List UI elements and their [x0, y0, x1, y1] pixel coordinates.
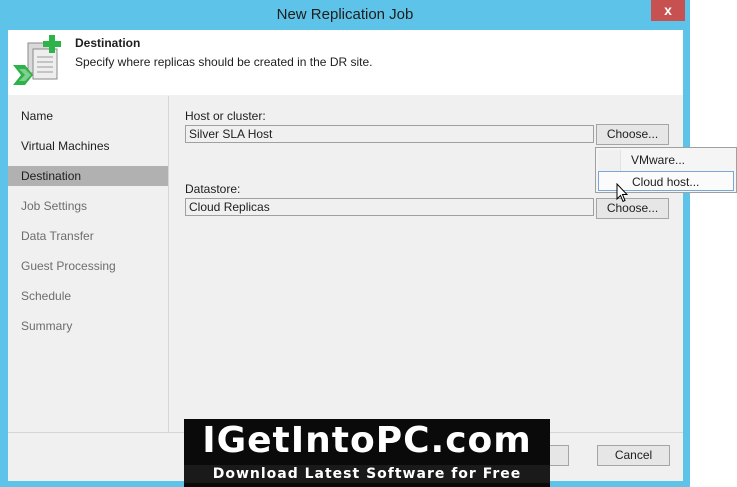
step-destination[interactable]: Destination: [8, 166, 168, 186]
wizard-window: New Replication Job x Destination Specif…: [0, 0, 690, 487]
wizard-header: Destination Specify where replicas shoul…: [8, 30, 683, 95]
datastore-label: Datastore:: [185, 182, 241, 196]
step-schedule: Schedule: [21, 289, 72, 303]
step-name[interactable]: Name: [8, 106, 168, 126]
close-button[interactable]: x: [651, 0, 685, 21]
host-field[interactable]: Silver SLA Host: [185, 125, 594, 143]
watermark-banner: IGetIntoPC.com Download Latest Software …: [184, 419, 550, 487]
replication-job-icon: [13, 35, 61, 85]
client-area: Destination Specify where replicas shoul…: [8, 30, 683, 481]
wizard-steps: Name Virtual Machines Destination Job Se…: [8, 96, 168, 432]
watermark-tagline: Download Latest Software for Free: [184, 465, 550, 483]
cancel-button[interactable]: Cancel: [597, 445, 670, 466]
menu-item-vmware[interactable]: VMware...: [598, 150, 734, 170]
header-title: Destination: [75, 36, 141, 50]
title-bar[interactable]: New Replication Job x: [0, 0, 690, 30]
step-data-transfer: Data Transfer: [21, 229, 94, 243]
step-summary: Summary: [21, 319, 73, 333]
header-subtitle: Specify where replicas should be created…: [75, 55, 373, 69]
nav-divider: [168, 96, 169, 433]
step-job-settings: Job Settings: [21, 199, 88, 213]
window-title: New Replication Job: [276, 6, 414, 23]
datastore-field[interactable]: Cloud Replicas: [185, 198, 594, 216]
datastore-choose-button[interactable]: Choose...: [596, 198, 669, 219]
host-label: Host or cluster:: [185, 109, 266, 123]
step-guest-processing: Guest Processing: [21, 259, 116, 273]
mouse-pointer-icon: [616, 183, 628, 203]
step-virtual-machines[interactable]: Virtual Machines: [8, 136, 168, 156]
host-choose-button[interactable]: Choose...: [596, 124, 669, 145]
watermark-title: IGetIntoPC.com: [202, 420, 532, 461]
